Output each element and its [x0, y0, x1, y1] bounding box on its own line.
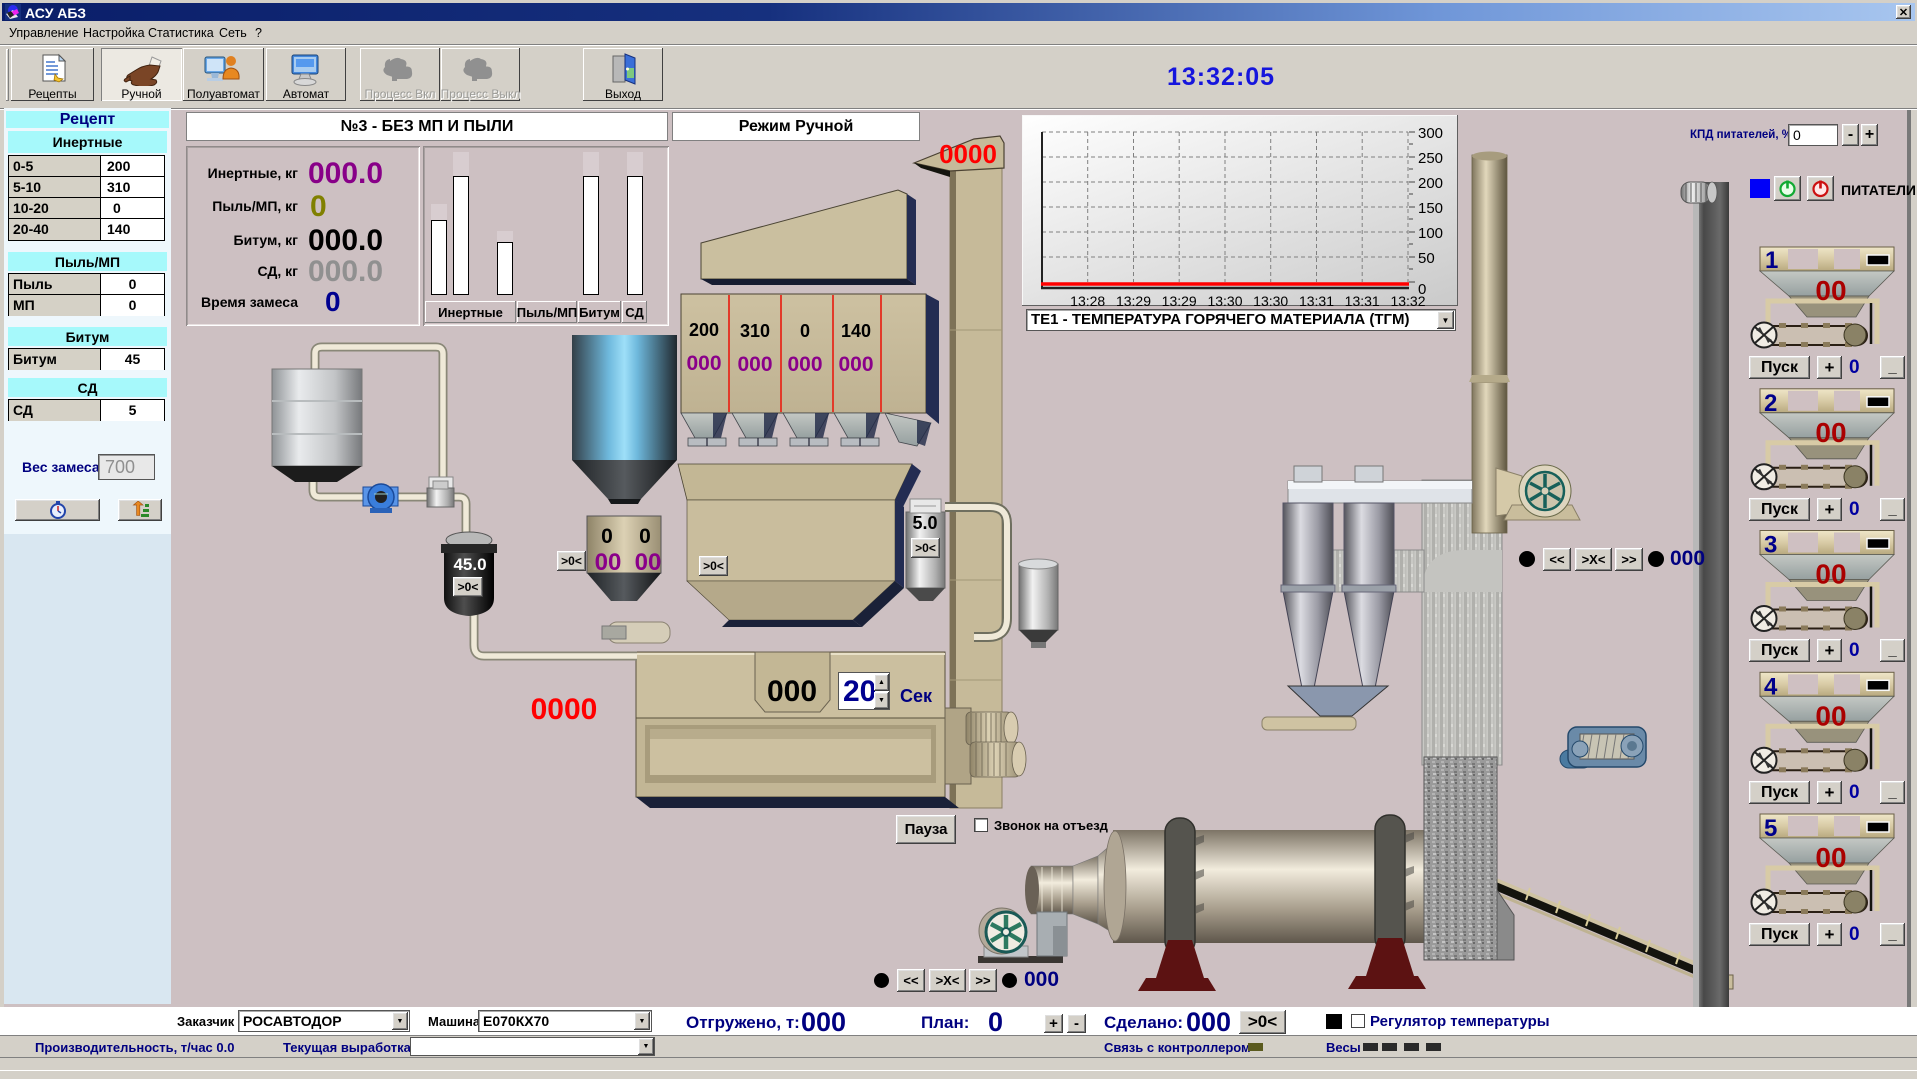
svg-text:200: 200 — [1418, 175, 1443, 192]
svg-text:50: 50 — [1418, 250, 1435, 267]
svg-text:13:30: 13:30 — [1253, 293, 1288, 309]
svg-text:13:32: 13:32 — [1390, 293, 1425, 309]
svg-text:100: 100 — [1418, 225, 1443, 242]
svg-text:250: 250 — [1418, 150, 1443, 167]
svg-text:13:29: 13:29 — [1162, 293, 1197, 309]
svg-text:13:29: 13:29 — [1116, 293, 1151, 309]
svg-text:300: 300 — [1418, 126, 1443, 142]
svg-text:13:28: 13:28 — [1070, 293, 1105, 309]
svg-text:13:31: 13:31 — [1299, 293, 1334, 309]
svg-text:13:30: 13:30 — [1207, 293, 1242, 309]
svg-text:150: 150 — [1418, 200, 1443, 217]
svg-text:13:31: 13:31 — [1345, 293, 1380, 309]
